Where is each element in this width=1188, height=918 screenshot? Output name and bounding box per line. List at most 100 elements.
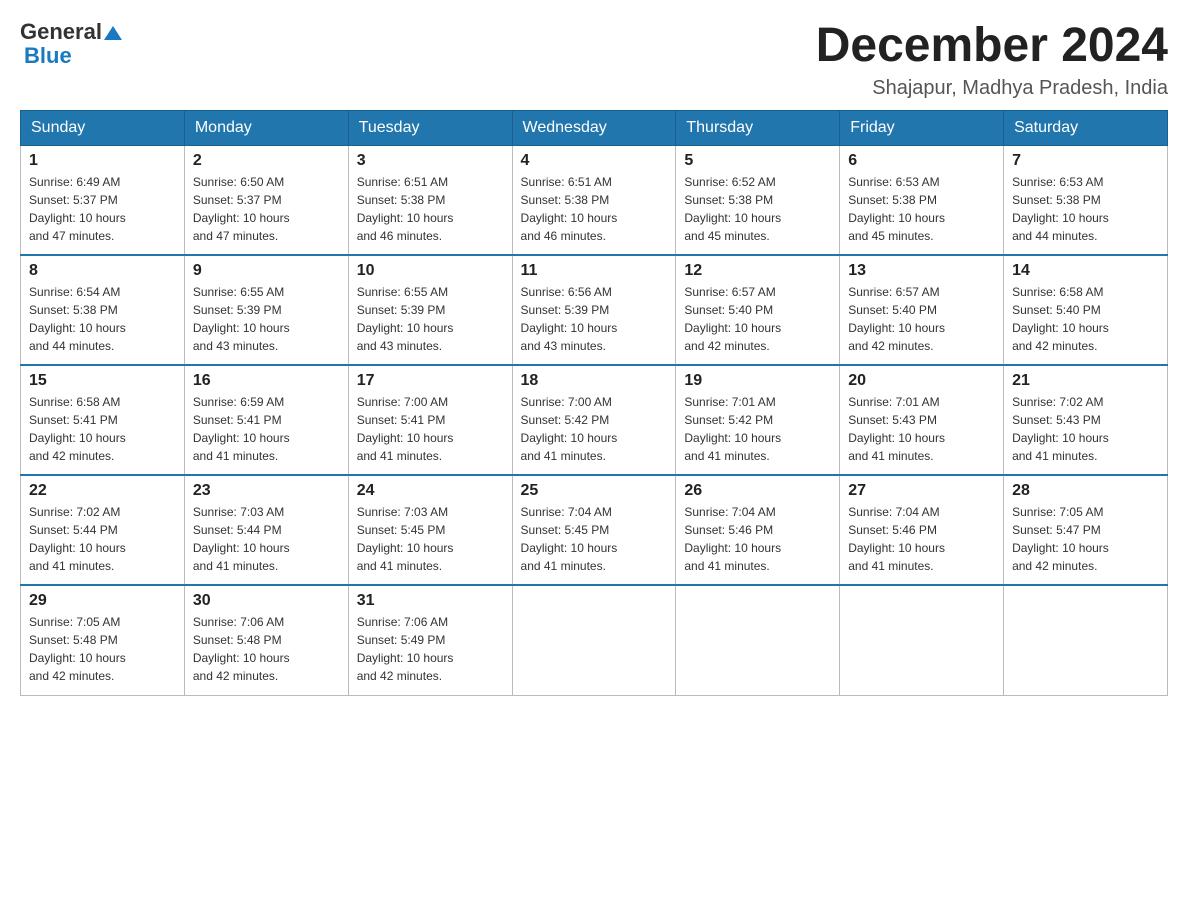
calendar-cell: 1 Sunrise: 6:49 AMSunset: 5:37 PMDayligh… — [21, 145, 185, 255]
day-info: Sunrise: 6:53 AMSunset: 5:38 PMDaylight:… — [848, 173, 995, 245]
calendar-week-row: 22 Sunrise: 7:02 AMSunset: 5:44 PMDaylig… — [21, 475, 1168, 585]
day-info: Sunrise: 7:05 AMSunset: 5:48 PMDaylight:… — [29, 613, 176, 685]
day-number: 13 — [848, 262, 995, 280]
calendar-cell: 9 Sunrise: 6:55 AMSunset: 5:39 PMDayligh… — [184, 255, 348, 365]
calendar-cell: 6 Sunrise: 6:53 AMSunset: 5:38 PMDayligh… — [840, 145, 1004, 255]
calendar-cell: 22 Sunrise: 7:02 AMSunset: 5:44 PMDaylig… — [21, 475, 185, 585]
day-number: 17 — [357, 372, 504, 390]
day-number: 7 — [1012, 152, 1159, 170]
day-info: Sunrise: 6:49 AMSunset: 5:37 PMDaylight:… — [29, 173, 176, 245]
day-number: 21 — [1012, 372, 1159, 390]
weekday-header-saturday: Saturday — [1004, 110, 1168, 145]
day-info: Sunrise: 7:04 AMSunset: 5:46 PMDaylight:… — [848, 503, 995, 575]
weekday-header-friday: Friday — [840, 110, 1004, 145]
day-number: 1 — [29, 152, 176, 170]
day-number: 19 — [684, 372, 831, 390]
day-number: 10 — [357, 262, 504, 280]
day-info: Sunrise: 7:05 AMSunset: 5:47 PMDaylight:… — [1012, 503, 1159, 575]
logo-general-text: General — [20, 20, 102, 44]
day-info: Sunrise: 7:03 AMSunset: 5:45 PMDaylight:… — [357, 503, 504, 575]
day-info: Sunrise: 6:58 AMSunset: 5:40 PMDaylight:… — [1012, 283, 1159, 355]
calendar-cell: 13 Sunrise: 6:57 AMSunset: 5:40 PMDaylig… — [840, 255, 1004, 365]
calendar-cell: 7 Sunrise: 6:53 AMSunset: 5:38 PMDayligh… — [1004, 145, 1168, 255]
calendar-cell: 3 Sunrise: 6:51 AMSunset: 5:38 PMDayligh… — [348, 145, 512, 255]
day-number: 25 — [521, 482, 668, 500]
day-number: 22 — [29, 482, 176, 500]
calendar-cell: 29 Sunrise: 7:05 AMSunset: 5:48 PMDaylig… — [21, 585, 185, 695]
title-section: December 2024 Shajapur, Madhya Pradesh, … — [816, 20, 1168, 100]
day-info: Sunrise: 6:52 AMSunset: 5:38 PMDaylight:… — [684, 173, 831, 245]
calendar-week-row: 8 Sunrise: 6:54 AMSunset: 5:38 PMDayligh… — [21, 255, 1168, 365]
day-info: Sunrise: 6:55 AMSunset: 5:39 PMDaylight:… — [193, 283, 340, 355]
day-info: Sunrise: 6:50 AMSunset: 5:37 PMDaylight:… — [193, 173, 340, 245]
day-info: Sunrise: 6:57 AMSunset: 5:40 PMDaylight:… — [848, 283, 995, 355]
calendar-week-row: 29 Sunrise: 7:05 AMSunset: 5:48 PMDaylig… — [21, 585, 1168, 695]
calendar-cell: 8 Sunrise: 6:54 AMSunset: 5:38 PMDayligh… — [21, 255, 185, 365]
day-number: 14 — [1012, 262, 1159, 280]
day-info: Sunrise: 6:58 AMSunset: 5:41 PMDaylight:… — [29, 393, 176, 465]
day-info: Sunrise: 6:57 AMSunset: 5:40 PMDaylight:… — [684, 283, 831, 355]
day-info: Sunrise: 7:06 AMSunset: 5:48 PMDaylight:… — [193, 613, 340, 685]
day-number: 5 — [684, 152, 831, 170]
day-number: 4 — [521, 152, 668, 170]
day-number: 16 — [193, 372, 340, 390]
day-number: 26 — [684, 482, 831, 500]
day-number: 24 — [357, 482, 504, 500]
day-info: Sunrise: 7:02 AMSunset: 5:44 PMDaylight:… — [29, 503, 176, 575]
day-info: Sunrise: 6:51 AMSunset: 5:38 PMDaylight:… — [357, 173, 504, 245]
day-number: 29 — [29, 592, 176, 610]
day-number: 15 — [29, 372, 176, 390]
weekday-header-row: SundayMondayTuesdayWednesdayThursdayFrid… — [21, 110, 1168, 145]
calendar-cell: 20 Sunrise: 7:01 AMSunset: 5:43 PMDaylig… — [840, 365, 1004, 475]
day-info: Sunrise: 7:03 AMSunset: 5:44 PMDaylight:… — [193, 503, 340, 575]
calendar-cell: 4 Sunrise: 6:51 AMSunset: 5:38 PMDayligh… — [512, 145, 676, 255]
day-number: 9 — [193, 262, 340, 280]
calendar-cell — [512, 585, 676, 695]
calendar-cell: 31 Sunrise: 7:06 AMSunset: 5:49 PMDaylig… — [348, 585, 512, 695]
weekday-header-sunday: Sunday — [21, 110, 185, 145]
page-header: General Blue December 2024 Shajapur, Mad… — [20, 20, 1168, 100]
calendar-cell: 28 Sunrise: 7:05 AMSunset: 5:47 PMDaylig… — [1004, 475, 1168, 585]
day-info: Sunrise: 6:55 AMSunset: 5:39 PMDaylight:… — [357, 283, 504, 355]
calendar-week-row: 15 Sunrise: 6:58 AMSunset: 5:41 PMDaylig… — [21, 365, 1168, 475]
calendar-cell: 21 Sunrise: 7:02 AMSunset: 5:43 PMDaylig… — [1004, 365, 1168, 475]
calendar-cell: 19 Sunrise: 7:01 AMSunset: 5:42 PMDaylig… — [676, 365, 840, 475]
weekday-header-tuesday: Tuesday — [348, 110, 512, 145]
day-info: Sunrise: 7:02 AMSunset: 5:43 PMDaylight:… — [1012, 393, 1159, 465]
day-number: 20 — [848, 372, 995, 390]
month-year-title: December 2024 — [816, 20, 1168, 73]
day-number: 31 — [357, 592, 504, 610]
day-number: 12 — [684, 262, 831, 280]
calendar-cell: 17 Sunrise: 7:00 AMSunset: 5:41 PMDaylig… — [348, 365, 512, 475]
calendar-cell: 12 Sunrise: 6:57 AMSunset: 5:40 PMDaylig… — [676, 255, 840, 365]
calendar-cell — [676, 585, 840, 695]
day-number: 2 — [193, 152, 340, 170]
day-number: 8 — [29, 262, 176, 280]
calendar-week-row: 1 Sunrise: 6:49 AMSunset: 5:37 PMDayligh… — [21, 145, 1168, 255]
day-number: 27 — [848, 482, 995, 500]
logo: General Blue — [20, 20, 122, 68]
calendar-cell: 24 Sunrise: 7:03 AMSunset: 5:45 PMDaylig… — [348, 475, 512, 585]
day-info: Sunrise: 7:00 AMSunset: 5:41 PMDaylight:… — [357, 393, 504, 465]
calendar-cell: 16 Sunrise: 6:59 AMSunset: 5:41 PMDaylig… — [184, 365, 348, 475]
calendar-cell: 11 Sunrise: 6:56 AMSunset: 5:39 PMDaylig… — [512, 255, 676, 365]
calendar-cell — [840, 585, 1004, 695]
logo-blue-text: Blue — [24, 44, 72, 68]
weekday-header-thursday: Thursday — [676, 110, 840, 145]
day-number: 11 — [521, 262, 668, 280]
calendar-cell: 18 Sunrise: 7:00 AMSunset: 5:42 PMDaylig… — [512, 365, 676, 475]
calendar-cell: 5 Sunrise: 6:52 AMSunset: 5:38 PMDayligh… — [676, 145, 840, 255]
day-info: Sunrise: 6:51 AMSunset: 5:38 PMDaylight:… — [521, 173, 668, 245]
day-info: Sunrise: 7:04 AMSunset: 5:45 PMDaylight:… — [521, 503, 668, 575]
day-number: 30 — [193, 592, 340, 610]
day-info: Sunrise: 6:54 AMSunset: 5:38 PMDaylight:… — [29, 283, 176, 355]
calendar-cell — [1004, 585, 1168, 695]
day-number: 18 — [521, 372, 668, 390]
day-info: Sunrise: 7:00 AMSunset: 5:42 PMDaylight:… — [521, 393, 668, 465]
logo-triangle-icon — [104, 24, 122, 42]
location-subtitle: Shajapur, Madhya Pradesh, India — [816, 77, 1168, 100]
day-number: 6 — [848, 152, 995, 170]
calendar-table: SundayMondayTuesdayWednesdayThursdayFrid… — [20, 110, 1168, 696]
day-info: Sunrise: 7:04 AMSunset: 5:46 PMDaylight:… — [684, 503, 831, 575]
calendar-cell: 14 Sunrise: 6:58 AMSunset: 5:40 PMDaylig… — [1004, 255, 1168, 365]
